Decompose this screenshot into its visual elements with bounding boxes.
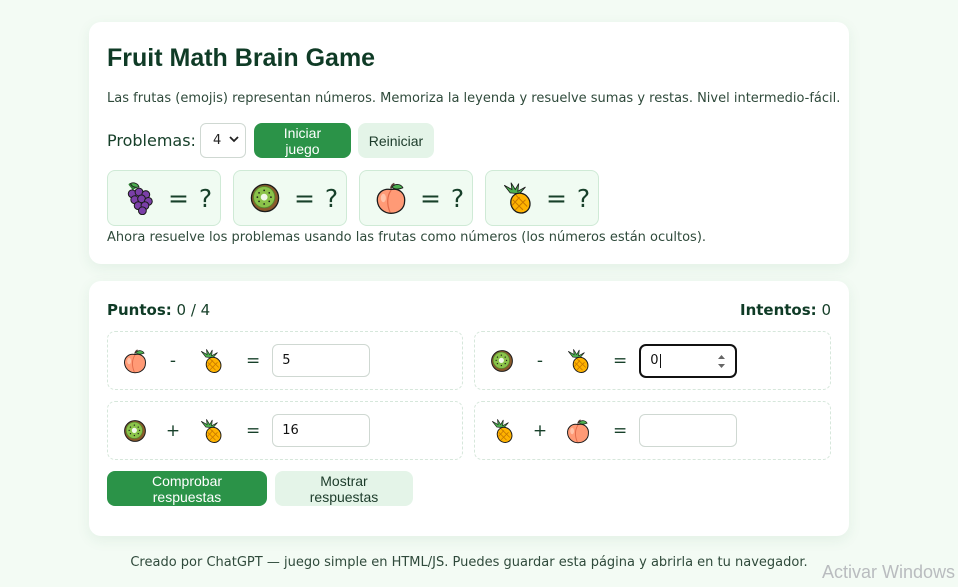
pineapple-icon [489,418,515,444]
operator: + [165,420,181,441]
equals-sign: = [246,350,261,371]
operator: + [532,420,548,441]
reset-button[interactable]: Reiniciar [357,123,434,158]
check-answers-button[interactable]: Comprobar respuestas [107,471,267,506]
game-card: Puntos: 0 / 4 Intentos: 0 - = 5 - = 0 + … [89,281,849,536]
game-description: Las frutas (emojis) representan números.… [107,91,841,106]
peach-icon [122,348,148,374]
operator: - [169,350,177,371]
fruit-legend: = ? = ? = ? = ? [107,170,611,226]
page-title: Fruit Math Brain Game [107,44,376,72]
windows-activation-watermark: Activar Windows [822,562,956,582]
attempts-label: Intentos: [739,301,817,319]
kiwi-icon [122,418,148,444]
pineapple-icon [198,418,224,444]
kiwi-icon [489,348,515,374]
operator: - [536,350,544,371]
equals-sign: = [613,350,628,371]
footer-text: Creado por ChatGPT — juego simple en HTM… [130,555,808,570]
legend-item-peach: = ? [359,170,473,226]
controls-bar: Problemas: 4 Iniciar juego Reiniciar [107,123,434,158]
start-game-button[interactable]: Iniciar juego [253,123,351,158]
legend-value: = ? [546,183,592,213]
answer-input[interactable]: 0 [639,343,738,378]
answer-value: 16 [282,423,299,438]
equals-sign: = [246,420,261,441]
chevron-down-icon [229,133,239,148]
pineapple-icon [565,348,591,374]
legend-value: = ? [420,183,466,213]
number-spinner-icon[interactable] [717,353,726,370]
problem-card: + = [474,401,831,460]
legend-item-kiwi: = ? [233,170,347,226]
problems-select[interactable]: 4 [199,123,246,158]
attempts-value: 0 [821,301,831,319]
peach-icon [374,181,408,215]
pineapple-icon [198,348,224,374]
pineapple-icon [500,181,534,215]
legend-item-grapes: = ? [107,170,221,226]
answer-input[interactable] [639,414,738,447]
intro-card: Fruit Math Brain Game Las frutas (emojis… [89,22,849,264]
show-answers-button[interactable]: Mostrar respuestas [275,471,413,506]
problem-card: + = 16 [107,401,463,460]
answer-value: 5 [282,353,291,368]
peach-icon [565,418,591,444]
points-label: Puntos: [107,301,172,319]
legend-value: = ? [168,183,214,213]
problems-select-value: 4 [212,133,222,148]
problems-label: Problemas: [107,131,196,150]
answer-input[interactable]: 16 [272,414,371,447]
problem-card: - = 0 [474,331,831,390]
answer-input[interactable]: 5 [272,344,371,377]
kiwi-icon [248,181,282,215]
game-actions: Comprobar respuestas Mostrar respuestas [107,471,413,506]
answer-value: 0 [650,353,659,368]
problem-card: - = 5 [107,331,463,390]
legend-item-pineapple: = ? [485,170,599,226]
legend-value: = ? [294,183,340,213]
problems-grid: - = 5 - = 0 + = 16 + = [107,331,831,460]
score-display: Puntos: 0 / 4 [107,301,210,319]
hint-text: Ahora resuelve los problemas usando las … [107,230,707,245]
points-value: 0 / 4 [176,301,211,319]
text-caret [659,353,661,368]
grapes-icon [122,181,156,215]
equals-sign: = [613,420,628,441]
attempts-display: Intentos: 0 [740,301,831,319]
